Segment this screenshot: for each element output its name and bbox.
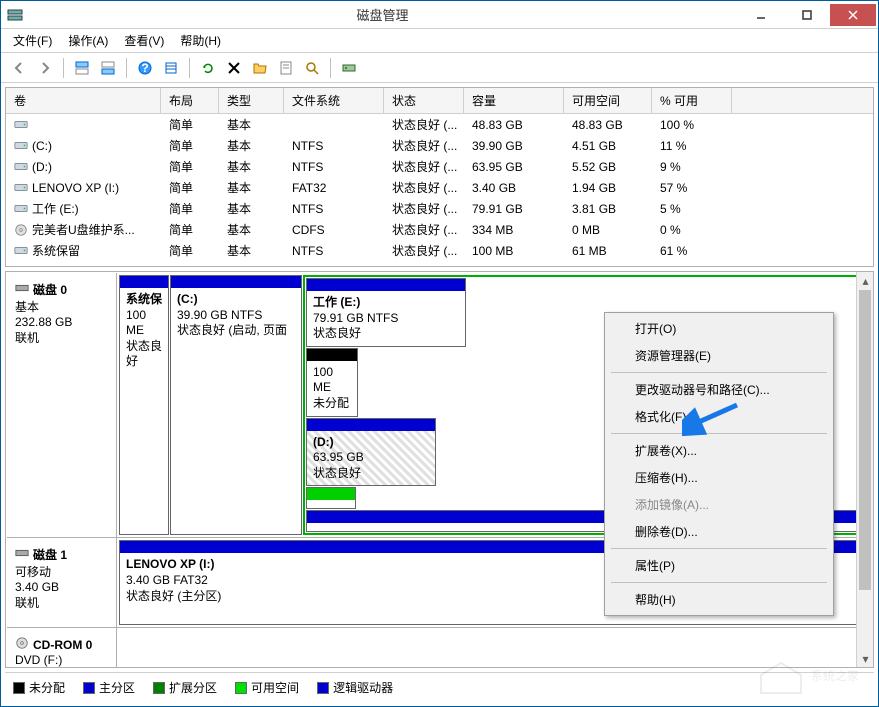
rescan-icon[interactable] [337,56,361,80]
legend-free: 可用空间 [251,679,299,696]
disk-row-cdrom0: CD-ROM 0 DVD (F:) 无媒体 [7,628,872,668]
ctx-extend[interactable]: 扩展卷(X)... [607,437,831,464]
app-icon [7,7,23,23]
folder-open-icon[interactable] [248,56,272,80]
watermark: 系统之家 [751,645,871,703]
titlebar: 磁盘管理 [1,1,878,29]
col-layout[interactable]: 布局 [161,88,219,113]
properties-icon[interactable] [274,56,298,80]
ctx-open[interactable]: 打开(O) [607,315,831,342]
partition-system-reserved[interactable]: 系统保100 ME状态良好 [119,275,169,535]
context-menu: 打开(O) 资源管理器(E) 更改驱动器号和路径(C)... 格式化(F)...… [604,312,834,616]
settings-button[interactable] [159,56,183,80]
col-volume[interactable]: 卷 [6,88,161,113]
col-free[interactable]: 可用空间 [564,88,652,113]
ctx-properties[interactable]: 属性(P) [607,552,831,579]
partition-c[interactable]: (C:)39.90 GB NTFS状态良好 (启动, 页面 [170,275,302,535]
drive-icon [14,139,28,153]
table-row[interactable]: 完美者U盘维护系...简单基本CDFS状态良好 (...334 MB0 MB0 … [6,219,873,240]
menubar: 文件(F) 操作(A) 查看(V) 帮助(H) [1,29,878,53]
toolbar: ? [1,53,878,83]
minimize-button[interactable] [738,4,784,26]
table-row[interactable]: 工作 (E:)简单基本NTFS状态良好 (...79.91 GB3.81 GB5… [6,198,873,219]
view-bottom-button[interactable] [96,56,120,80]
drive-icon [14,244,28,258]
legend: 未分配 主分区 扩展分区 可用空间 逻辑驱动器 [5,672,874,702]
partition-unallocated[interactable]: 100 ME未分配 [306,348,358,417]
legend-logical: 逻辑驱动器 [333,679,393,696]
disk-0-info[interactable]: 磁盘 0 基本 232.88 GB 联机 [7,273,117,537]
search-icon[interactable] [300,56,324,80]
delete-icon[interactable] [222,56,246,80]
help-button[interactable]: ? [133,56,157,80]
ctx-change-letter[interactable]: 更改驱动器号和路径(C)... [607,376,831,403]
view-top-button[interactable] [70,56,94,80]
menu-view[interactable]: 查看(V) [116,30,172,51]
legend-unallocated: 未分配 [29,679,65,696]
partition-d[interactable]: (D:)63.95 GB状态良好 [306,418,436,487]
menu-action[interactable]: 操作(A) [60,30,116,51]
col-status[interactable]: 状态 [384,88,464,113]
legend-extended: 扩展分区 [169,679,217,696]
col-capacity[interactable]: 容量 [464,88,564,113]
table-row[interactable]: 系统保留简单基本NTFS状态良好 (...100 MB61 MB61 % [6,240,873,261]
svg-text:?: ? [141,61,148,75]
window-title: 磁盘管理 [27,5,738,24]
disk-icon [15,281,29,298]
ctx-add-mirror: 添加镜像(A)... [607,491,831,518]
drive-icon [14,118,28,132]
disk-1-info[interactable]: 磁盘 1 可移动 3.40 GB 联机 [7,538,117,627]
refresh-button[interactable] [196,56,220,80]
ctx-format[interactable]: 格式化(F)... [607,403,831,430]
col-type[interactable]: 类型 [219,88,284,113]
drive-icon [14,181,28,195]
menu-help[interactable]: 帮助(H) [172,30,229,51]
ctx-shrink[interactable]: 压缩卷(H)... [607,464,831,491]
partition-free-1[interactable] [306,487,356,509]
ctx-delete[interactable]: 删除卷(D)... [607,518,831,545]
drive-icon [14,223,28,237]
table-row[interactable]: (C:)简单基本NTFS状态良好 (...39.90 GB4.51 GB11 % [6,135,873,156]
menu-file[interactable]: 文件(F) [5,30,60,51]
table-row[interactable]: LENOVO XP (I:)简单基本FAT32状态良好 (...3.40 GB1… [6,177,873,198]
table-row[interactable]: (D:)简单基本NTFS状态良好 (...63.95 GB5.52 GB9 % [6,156,873,177]
table-row[interactable]: 简单基本状态良好 (...48.83 GB48.83 GB100 % [6,114,873,135]
col-pct[interactable]: % 可用 [652,88,732,113]
back-button[interactable] [7,56,31,80]
scrollbar[interactable]: ▴ ▾ [856,272,873,667]
ctx-explorer[interactable]: 资源管理器(E) [607,342,831,369]
cdrom-0-info[interactable]: CD-ROM 0 DVD (F:) 无媒体 [7,628,117,668]
close-button[interactable] [830,4,876,26]
cd-icon [15,636,29,653]
legend-primary: 主分区 [99,679,135,696]
drive-icon [14,202,28,216]
maximize-button[interactable] [784,4,830,26]
disk-icon [15,546,29,563]
drive-icon [14,160,28,174]
col-fs[interactable]: 文件系统 [284,88,384,113]
svg-text:系统之家: 系统之家 [811,668,859,683]
ctx-help[interactable]: 帮助(H) [607,586,831,613]
table-header: 卷 布局 类型 文件系统 状态 容量 可用空间 % 可用 [6,88,873,114]
forward-button[interactable] [33,56,57,80]
partition-e[interactable]: 工作 (E:)79.91 GB NTFS状态良好 [306,278,466,347]
volume-table[interactable]: 卷 布局 类型 文件系统 状态 容量 可用空间 % 可用 简单基本状态良好 (.… [5,87,874,267]
